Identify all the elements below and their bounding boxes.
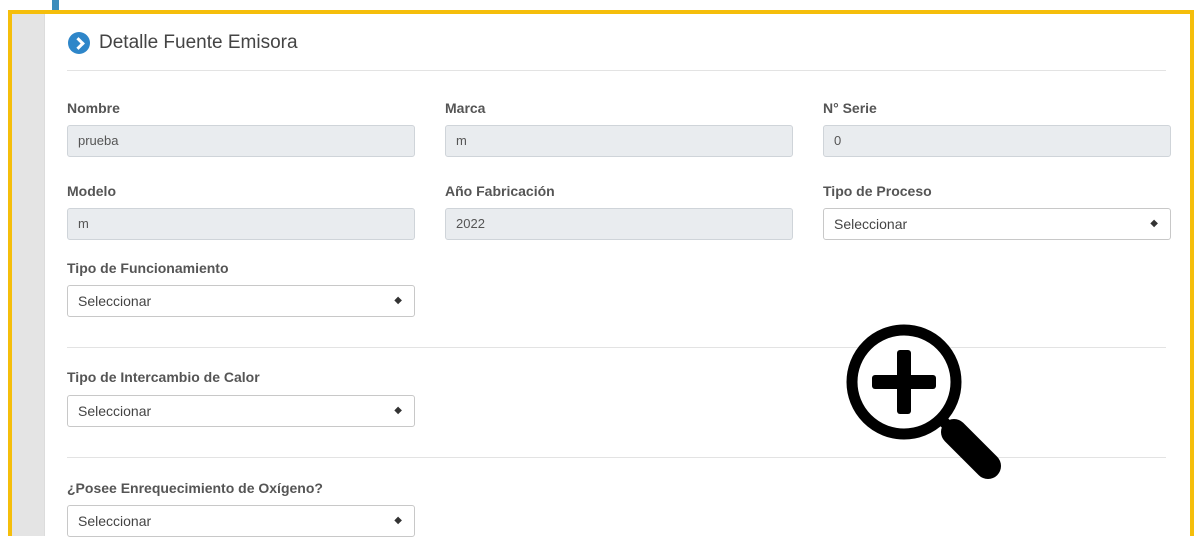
tipo-proceso-select[interactable]: Seleccionar ◆ — [823, 208, 1171, 240]
tipo-funcionamiento-value: Seleccionar — [78, 293, 152, 309]
tipo-intercambio-value: Seleccionar — [78, 403, 152, 419]
serie-label: N° Serie — [823, 100, 877, 116]
header-divider — [67, 70, 1166, 71]
highlight-frame: Detalle Fuente Emisora Nombre prueba Mar… — [8, 10, 1194, 537]
nombre-field[interactable]: prueba — [67, 125, 415, 157]
oxigeno-value: Seleccionar — [78, 513, 152, 529]
modelo-field[interactable]: m — [67, 208, 415, 240]
chevron-right-circle-icon — [68, 32, 90, 54]
select-arrows-icon: ◆ — [394, 295, 402, 306]
accent-bar — [52, 0, 59, 10]
select-arrows-icon: ◆ — [394, 405, 402, 416]
detalle-panel: Detalle Fuente Emisora Nombre prueba Mar… — [44, 14, 1190, 537]
marca-label: Marca — [445, 100, 486, 116]
tipo-proceso-label: Tipo de Proceso — [823, 183, 932, 199]
panel-header: Detalle Fuente Emisora — [68, 28, 298, 58]
left-gutter — [12, 14, 44, 536]
marca-field[interactable]: m — [445, 125, 793, 157]
oxigeno-label: ¿Posee Enrequecimiento de Oxígeno? — [67, 480, 323, 496]
oxigeno-select[interactable]: Seleccionar ◆ — [67, 505, 415, 537]
modelo-label: Modelo — [67, 183, 116, 199]
nombre-label: Nombre — [67, 100, 120, 116]
page-title: Detalle Fuente Emisora — [99, 32, 298, 53]
tipo-intercambio-label: Tipo de Intercambio de Calor — [67, 369, 260, 385]
tipo-funcionamiento-select[interactable]: Seleccionar ◆ — [67, 285, 415, 317]
tipo-funcionamiento-label: Tipo de Funcionamiento — [67, 260, 229, 276]
tipo-intercambio-select[interactable]: Seleccionar ◆ — [67, 395, 415, 427]
serie-field[interactable]: 0 — [823, 125, 1171, 157]
tipo-proceso-value: Seleccionar — [834, 216, 908, 232]
anio-field[interactable]: 2022 — [445, 208, 793, 240]
zoom-in-icon — [846, 324, 1001, 479]
anio-label: Año Fabricación — [445, 183, 555, 199]
select-arrows-icon: ◆ — [1150, 218, 1158, 229]
